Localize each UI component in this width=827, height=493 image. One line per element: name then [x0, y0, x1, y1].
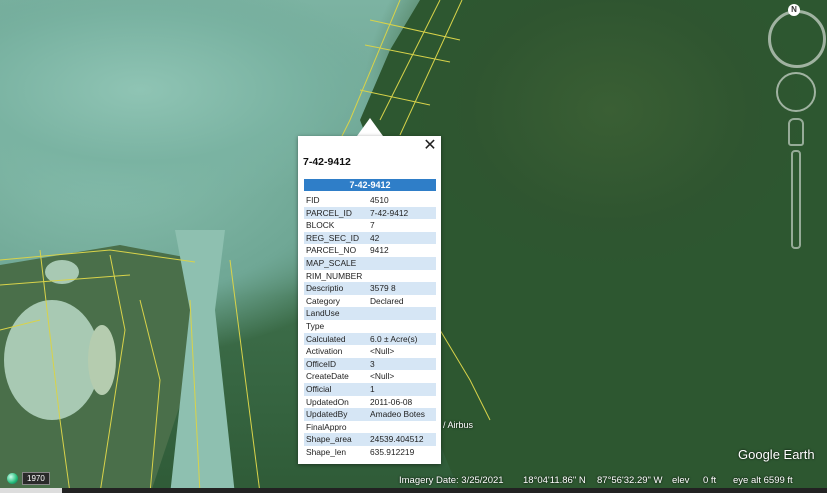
attribute-row: REG_SEC_ID 42	[304, 231, 436, 245]
attribute-row: FinalAppro	[304, 421, 436, 434]
attribute-key: UpdatedBy	[304, 408, 368, 421]
attribute-key: LandUse	[304, 307, 368, 320]
attribute-value: 42	[368, 231, 436, 245]
street-view-pegman-icon[interactable]	[788, 118, 804, 146]
zoom-slider[interactable]	[791, 150, 801, 249]
attribute-value: <Null>	[370, 371, 395, 382]
popup-table-header: 7-42-9412	[304, 179, 436, 191]
historical-imagery-year[interactable]: 1970	[22, 472, 50, 485]
attribute-value: 635.912219	[370, 446, 415, 457]
attribute-row: Descriptio 3579 8	[304, 282, 436, 295]
attribute-key: Activation	[306, 346, 343, 357]
attribute-value: 1	[368, 382, 436, 396]
parcel-info-popup: ✕ 7-42-9412 7-42-9412 FID 4510 PARCEL_ID 7-…	[298, 136, 441, 464]
attribute-key: UpdatedOn	[306, 396, 349, 407]
attribute-key: Shape_len	[306, 446, 347, 457]
attribute-value: 4510	[370, 195, 389, 205]
attribute-key: Descriptio	[304, 282, 368, 295]
attribute-key: Shape_area	[304, 433, 368, 446]
attribute-row: Activation <Null>	[304, 345, 436, 358]
attribute-row: Calculated 6.0 ± Acre(s)	[304, 332, 436, 346]
attribute-key: CreateDate	[306, 371, 349, 382]
attribute-value: Declared	[370, 295, 404, 306]
attribute-key: PARCEL_NO	[306, 245, 357, 256]
longitude-readout: 87°56'32.29" W	[597, 475, 663, 486]
attribute-key: RIM_NUMBER	[306, 270, 363, 281]
attribute-row: UpdatedBy Amadeo Botes	[304, 408, 436, 421]
elevation-label: elev	[672, 475, 690, 486]
attribute-value: Amadeo Botes	[368, 408, 436, 421]
attribute-key: Type	[306, 320, 325, 331]
attribute-key: FID	[306, 195, 320, 205]
compass-north-icon[interactable]: N	[788, 4, 800, 16]
attribute-row: Shape_len 635.912219	[304, 446, 436, 459]
latitude-readout: 18°04'11.86" N	[523, 475, 586, 486]
attribute-value: <Null>	[370, 346, 395, 357]
attribute-row: Category Declared	[304, 295, 436, 308]
globe-icon[interactable]	[7, 473, 18, 484]
attribute-key: REG_SEC_ID	[304, 231, 368, 245]
attribute-row: CreateDate <Null>	[304, 370, 436, 383]
attribute-key: Category	[306, 295, 340, 306]
attribute-value	[368, 421, 436, 434]
attribute-row: UpdatedOn 2011-06-08	[304, 396, 436, 409]
attribute-row: RIM_NUMBER	[304, 270, 436, 283]
attribute-key: BLOCK	[306, 220, 335, 231]
attribute-value: 7-42-9412	[368, 206, 436, 220]
attribute-key: Official	[304, 382, 368, 396]
eye-altitude: eye alt 6599 ft	[733, 475, 793, 486]
attribute-value: 7	[370, 220, 375, 231]
attribute-row: FID 4510	[304, 194, 436, 207]
attribute-value: 3579 8	[368, 282, 436, 295]
attribute-key: FinalAppro	[306, 421, 347, 432]
attribute-row: BLOCK 7	[304, 219, 436, 232]
attribute-row: LandUse	[304, 307, 436, 320]
popup-pointer	[357, 118, 383, 136]
attribute-value: 24539.404512	[368, 433, 436, 446]
imagery-date: Imagery Date: 3/25/2021	[399, 475, 504, 486]
attribute-value: 3	[368, 357, 436, 371]
look-joystick[interactable]	[768, 10, 826, 68]
bottom-strip	[0, 488, 827, 493]
attribute-value	[368, 256, 436, 270]
popup-title: 7-42-9412	[303, 156, 351, 168]
attribute-row: MAP_SCALE	[304, 256, 436, 270]
attribute-table: FID 4510 PARCEL_ID 7-42-9412 BLOCK 7 REG_SEC_I…	[304, 194, 436, 458]
attribute-key: PARCEL_ID	[304, 206, 368, 220]
attribute-value	[368, 307, 436, 320]
attribute-row: Official 1	[304, 382, 436, 396]
attribute-row: Type	[304, 320, 436, 333]
attribute-value: 6.0 ± Acre(s)	[368, 332, 436, 346]
attribute-row: PARCEL_NO 9412	[304, 244, 436, 257]
attribute-value: 2011-06-08	[370, 396, 413, 407]
attribute-key: Calculated	[304, 332, 368, 346]
attribute-value	[368, 270, 436, 283]
move-joystick[interactable]	[776, 72, 816, 112]
attribute-key: OfficeID	[304, 357, 368, 371]
attribute-value: 9412	[370, 245, 389, 256]
imagery-credit: / Airbus	[443, 420, 474, 430]
close-icon[interactable]: ✕	[423, 138, 437, 154]
google-earth-logo: Google Earth	[738, 447, 815, 462]
attribute-row: Shape_area 24539.404512	[304, 433, 436, 446]
attribute-row: PARCEL_ID 7-42-9412	[304, 206, 436, 220]
attribute-row: OfficeID 3	[304, 357, 436, 371]
attribute-key: MAP_SCALE	[304, 256, 368, 270]
attribute-value	[368, 320, 436, 333]
elevation-value: 0 ft	[703, 475, 717, 486]
